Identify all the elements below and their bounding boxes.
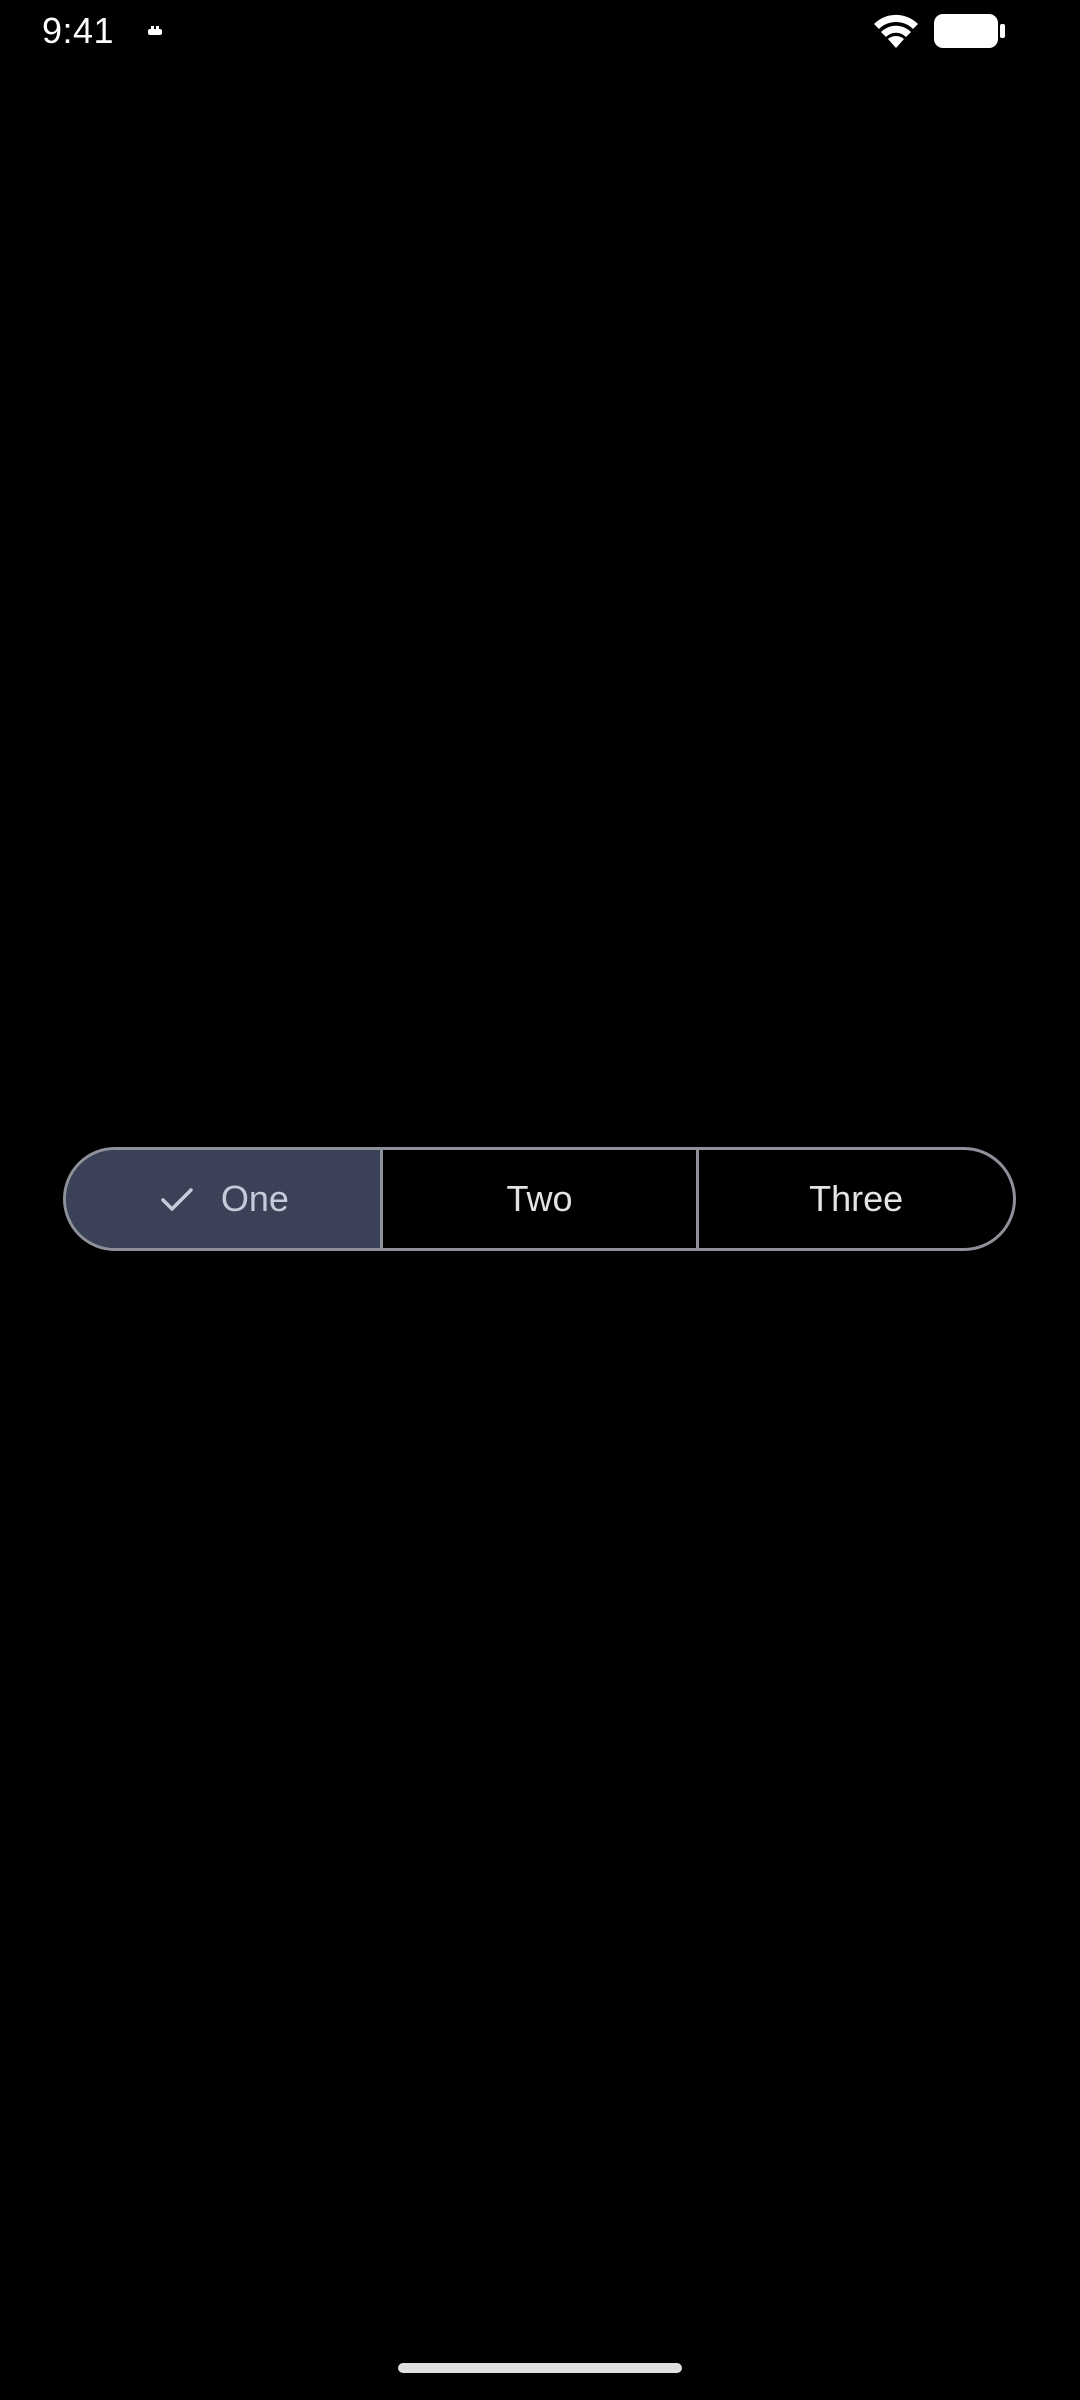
segment-two-label: Two: [506, 1178, 573, 1219]
segment-one-label: One: [220, 1178, 289, 1219]
home-indicator[interactable]: [398, 2363, 682, 2373]
segment-three-label: Three: [809, 1178, 904, 1219]
status-time: 9:41: [42, 10, 115, 51]
notification-icon: [148, 26, 162, 35]
battery-icon: [934, 14, 1005, 48]
wifi-icon: [874, 14, 918, 48]
status-bar: 9:41: [0, 0, 1080, 64]
segment-one[interactable]: One: [66, 1150, 380, 1248]
segmented-button-group: One Two Three: [63, 1147, 1016, 1251]
segment-two[interactable]: Two: [379, 1150, 697, 1248]
check-icon: [161, 1188, 193, 1211]
segment-three[interactable]: Three: [696, 1150, 1013, 1248]
